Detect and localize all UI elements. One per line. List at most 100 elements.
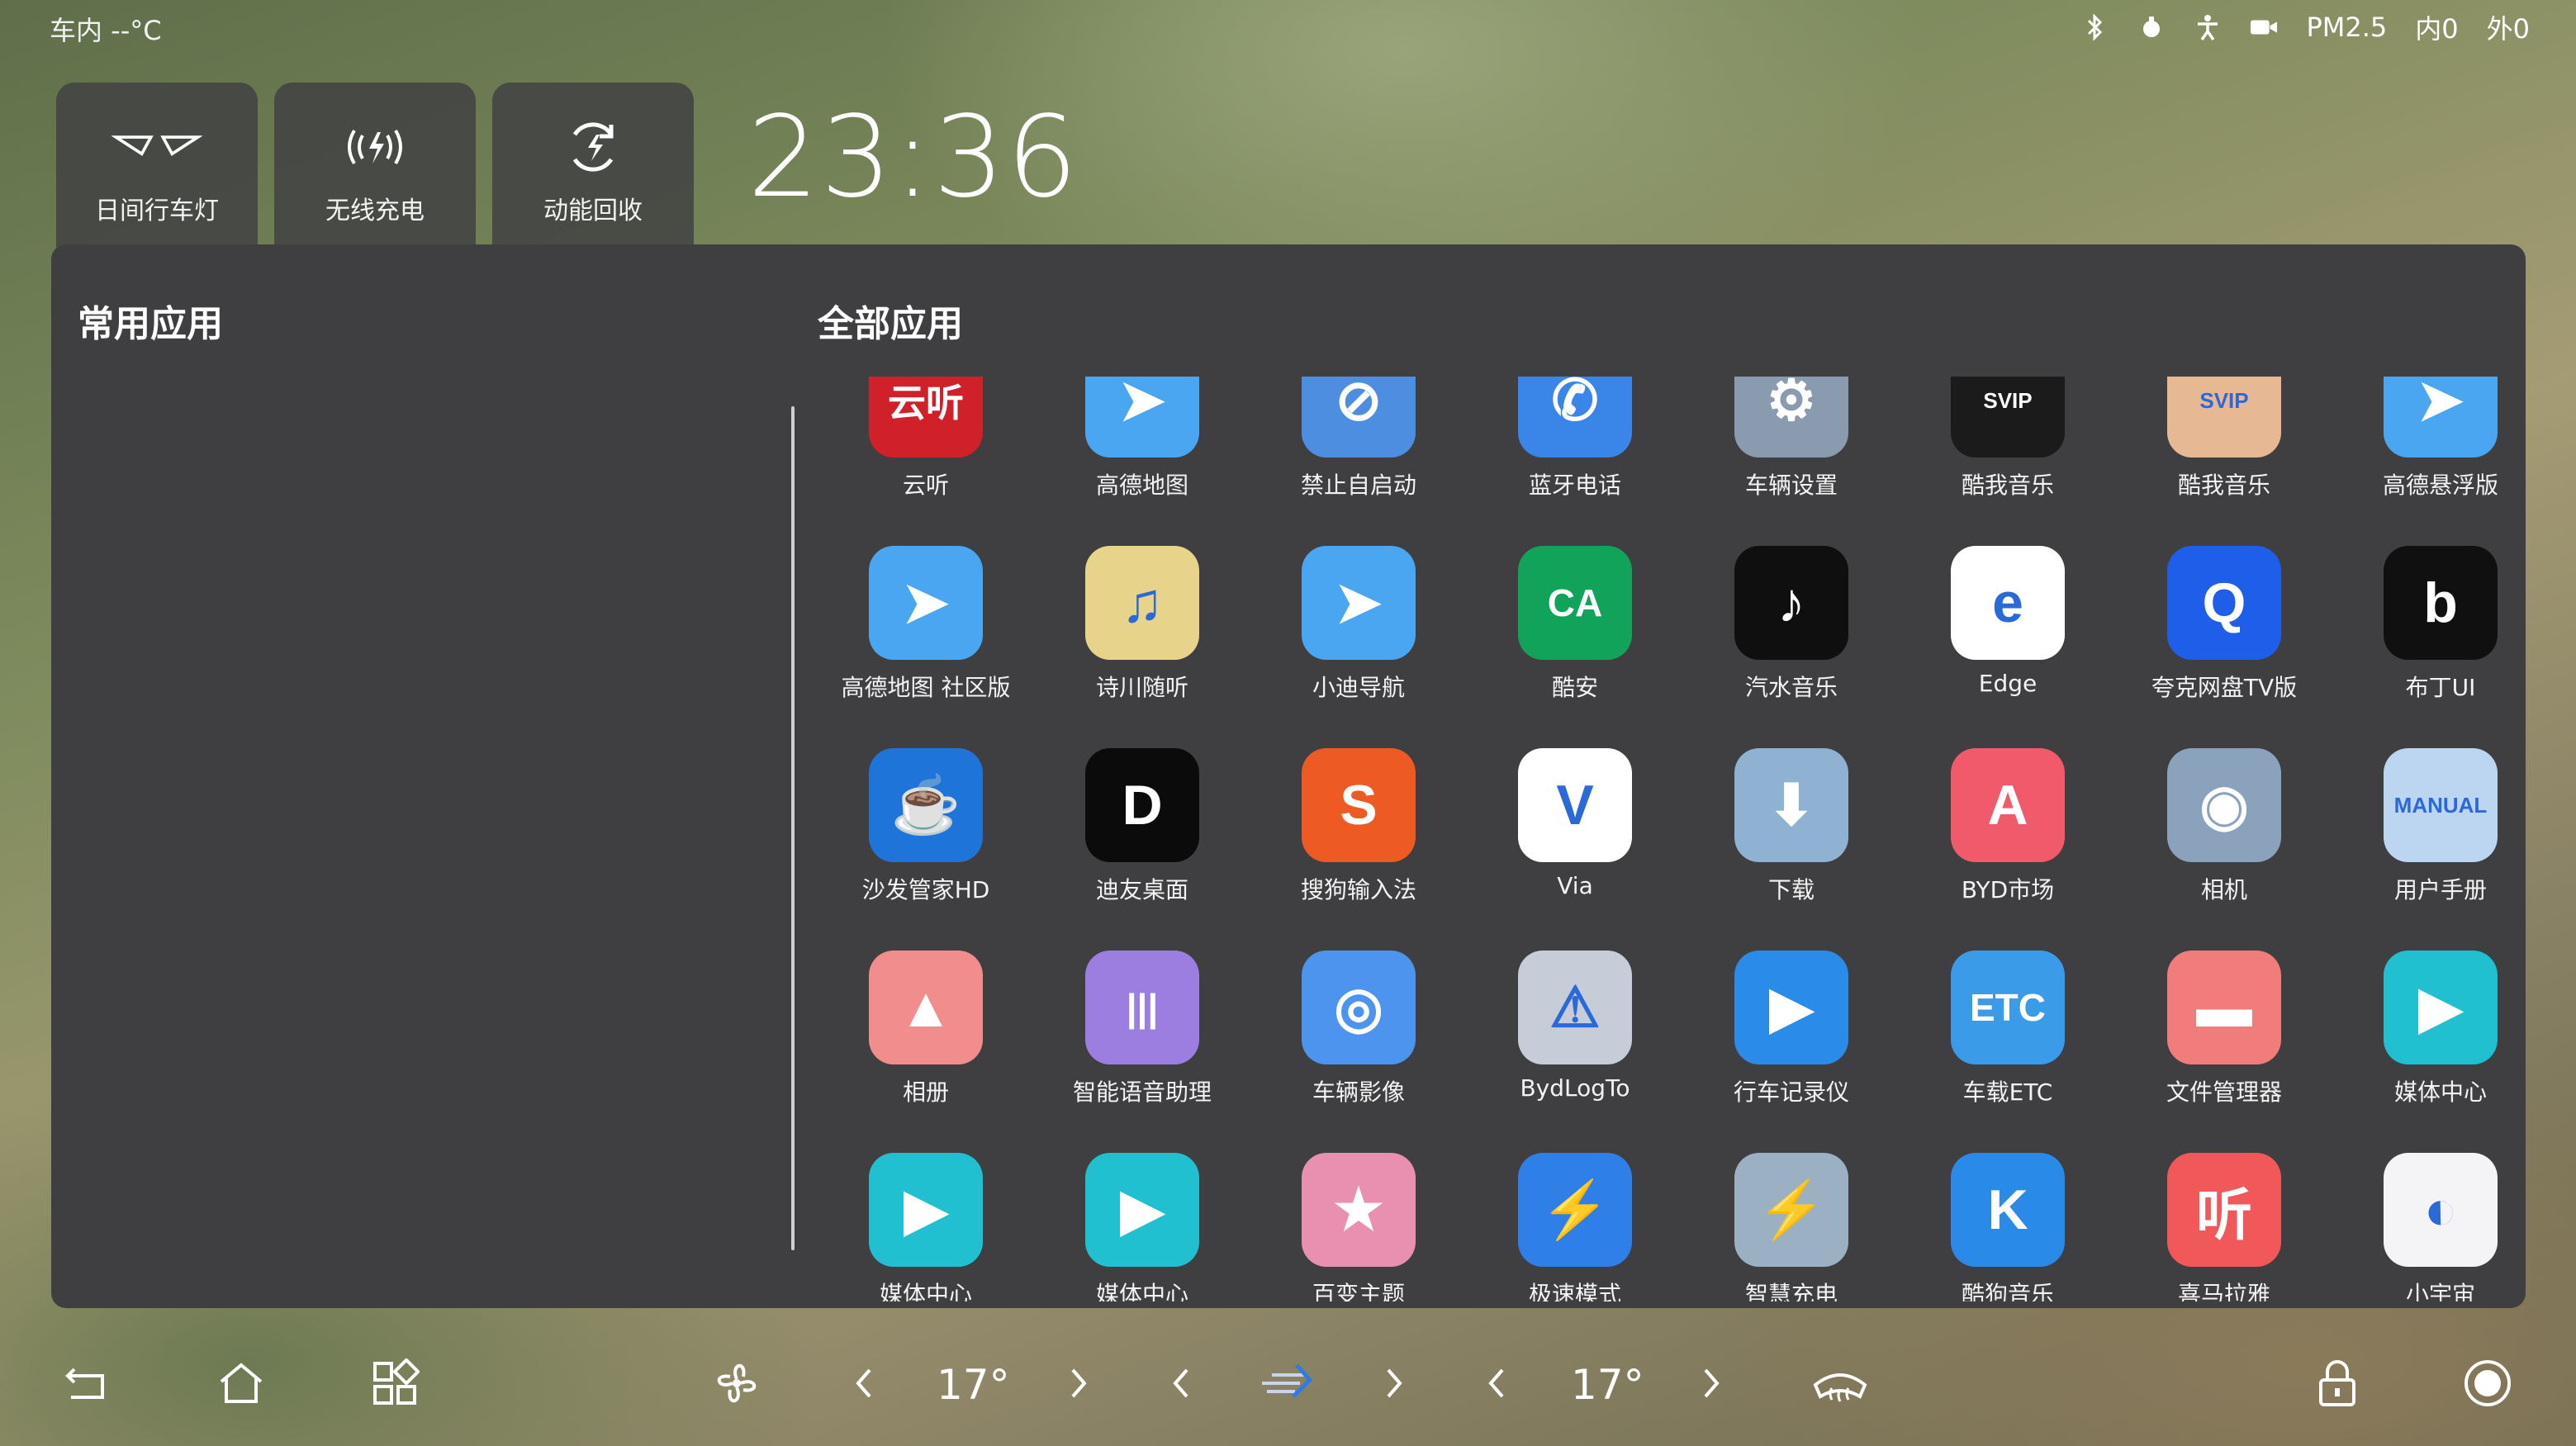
- app-label: 高德悬浮版: [2382, 472, 2498, 499]
- app-icon-glyph: ⚠: [1549, 975, 1601, 1039]
- app-icon-glyph: ➤: [2417, 377, 2465, 432]
- app-icon: ⚡: [1518, 1153, 1632, 1267]
- app-tile[interactable]: ♫ 诗川随听: [1034, 546, 1250, 703]
- app-icon: ▶: [1734, 951, 1848, 1064]
- app-icon-glyph: ◐: [2423, 1178, 2458, 1241]
- app-tile[interactable]: Q 夸克网盘TV版: [2116, 546, 2332, 703]
- app-icon-glyph: ➤: [1335, 571, 1383, 634]
- app-tile[interactable]: ||| 智能语音助理: [1034, 951, 1250, 1107]
- app-label: 沙发管家HD: [861, 876, 990, 903]
- pm25-label: PM2.5: [2306, 12, 2388, 43]
- app-tile[interactable]: D 迪友桌面: [1034, 748, 1250, 905]
- app-icon: ⊘: [1302, 377, 1416, 458]
- app-tile[interactable]: ✆ 蓝牙电话: [1467, 377, 1683, 500]
- app-icon: ⬇: [1734, 748, 1848, 862]
- app-tile[interactable]: ETC 车载ETC: [1900, 951, 2116, 1107]
- app-icon: |||: [1085, 951, 1199, 1064]
- app-tile[interactable]: ◉ 相机: [2116, 748, 2332, 905]
- back-button[interactable]: [55, 1354, 121, 1412]
- app-icon-glyph: ⊘: [1335, 377, 1383, 432]
- app-label: 蓝牙电话: [1528, 472, 1621, 499]
- app-tile[interactable]: SVIP 酷我音乐: [2116, 377, 2332, 500]
- app-icon-glyph: b: [2423, 571, 2458, 634]
- temp-left-increase-button[interactable]: [1046, 1354, 1112, 1412]
- app-icon-glyph: ☕: [890, 774, 961, 837]
- app-tile[interactable]: ★ 百变主题: [1250, 1153, 1467, 1301]
- app-icon-glyph: ▬: [2196, 976, 2252, 1039]
- app-tile[interactable]: MANUAL 用户手册: [2332, 748, 2526, 905]
- daytime-light-icon: [111, 114, 202, 180]
- temp-right-increase-button[interactable]: [1678, 1354, 1744, 1412]
- app-icon-glyph: ▶: [2418, 975, 2463, 1039]
- bluetooth-icon: [2081, 13, 2109, 41]
- status-icons: PM2.5 内0 外0: [2081, 8, 2530, 46]
- temp-left-decrease-button[interactable]: [831, 1354, 897, 1412]
- app-tile[interactable]: ⚙ 车辆设置: [1683, 377, 1900, 500]
- app-icon-glyph: V: [1556, 774, 1594, 837]
- fan-icon[interactable]: [704, 1354, 770, 1412]
- app-tile[interactable]: SVIP 酷我音乐: [1900, 377, 2116, 500]
- app-label: 高德地图: [1095, 472, 1188, 499]
- app-label: 媒体中心: [1095, 1281, 1188, 1301]
- app-icon: ★: [1302, 1153, 1416, 1267]
- temp-right-decrease-button[interactable]: [1464, 1354, 1530, 1412]
- app-label: 车载ETC: [1962, 1079, 2053, 1106]
- app-tile[interactable]: ▶ 媒体中心: [1034, 1153, 1250, 1301]
- app-label: 文件管理器: [2166, 1079, 2282, 1106]
- app-tile[interactable]: ◎ 车辆影像: [1250, 951, 1467, 1107]
- app-label: 小宇宙: [2405, 1281, 2475, 1301]
- airflow-increase-button[interactable]: [1361, 1354, 1427, 1412]
- airflow-decrease-button[interactable]: [1148, 1354, 1214, 1412]
- app-tile[interactable]: K 酷狗音乐: [1900, 1153, 2116, 1301]
- apps-grid-button[interactable]: [362, 1354, 428, 1412]
- app-tile[interactable]: ☕ 沙发管家HD: [818, 748, 1034, 905]
- app-tile[interactable]: ▲ 相册: [818, 951, 1034, 1107]
- app-label: Via: [1557, 872, 1593, 899]
- quick-controls: 日间行车灯 无线充电 动能回收: [56, 83, 694, 248]
- app-tile[interactable]: S 搜狗输入法: [1250, 748, 1467, 905]
- defrost-icon[interactable]: [1807, 1354, 1873, 1412]
- app-tile[interactable]: ▶ 媒体中心: [2332, 951, 2526, 1107]
- app-tile[interactable]: ⚡ 极速模式: [1467, 1153, 1683, 1301]
- app-tile[interactable]: ➤ 小迪导航: [1250, 546, 1467, 703]
- app-tile[interactable]: V Via: [1467, 748, 1683, 899]
- app-tile[interactable]: 云听 云听: [818, 377, 1034, 500]
- app-tile[interactable]: ➤ 高德地图 社区版: [818, 546, 1034, 703]
- temp-right-value: 17°: [1571, 1361, 1644, 1409]
- app-tile[interactable]: ▬ 文件管理器: [2116, 951, 2332, 1107]
- app-icon-glyph: ⚡: [1539, 1178, 1611, 1241]
- app-tile[interactable]: ▶ 媒体中心: [818, 1153, 1034, 1301]
- energy-recovery-tile[interactable]: 动能回收: [492, 83, 694, 248]
- lock-icon[interactable]: [2304, 1354, 2370, 1412]
- app-tile[interactable]: ▶ 行车记录仪: [1683, 951, 1900, 1107]
- app-icon-glyph: S: [1340, 774, 1378, 837]
- app-tile[interactable]: ⊘ 禁止自启动: [1250, 377, 1467, 500]
- app-label: 百变主题: [1312, 1281, 1405, 1301]
- app-tile[interactable]: 听喜马拉雅: [2116, 1153, 2332, 1301]
- app-tile[interactable]: ◐ 小宇宙: [2332, 1153, 2526, 1301]
- app-icon-glyph: ◉: [2199, 773, 2249, 837]
- daytime-light-tile[interactable]: 日间行车灯: [56, 83, 258, 248]
- app-icon: ➤: [1302, 546, 1416, 660]
- app-icon: ◐: [2384, 1153, 2498, 1267]
- app-tile[interactable]: A BYD市场: [1900, 748, 2116, 905]
- wireless-charge-icon: [330, 114, 420, 180]
- app-tile[interactable]: b 布丁UI: [2332, 546, 2526, 703]
- app-tile[interactable]: ♪ 汽水音乐: [1683, 546, 1900, 703]
- app-tile[interactable]: ⬇ 下载: [1683, 748, 1900, 905]
- home-button[interactable]: [208, 1354, 274, 1412]
- power-mode-icon[interactable]: [2455, 1354, 2521, 1412]
- app-icon: ▶: [869, 1153, 983, 1267]
- app-drawer-panel: 常用应用 全部应用 云听 云听 ➤ 高德地图 ⊘ 禁止自启动 ✆ 蓝牙电话 ⚙ 车辆设置 SVIP 酷…: [51, 244, 2526, 1308]
- wireless-charge-tile[interactable]: 无线充电: [274, 83, 476, 248]
- airflow-mode-icon[interactable]: [1255, 1354, 1321, 1412]
- app-tile[interactable]: ➤ 高德地图: [1034, 377, 1250, 500]
- app-label: 相机: [2200, 876, 2247, 903]
- app-tile[interactable]: e Edge: [1900, 546, 2116, 697]
- app-tile[interactable]: ⚠ BydLogTo: [1467, 951, 1683, 1102]
- app-label: Edge: [1978, 670, 2038, 697]
- app-label: 酷我音乐: [1961, 472, 2054, 499]
- app-tile[interactable]: CA 酷安: [1467, 546, 1683, 703]
- app-tile[interactable]: ➤ 高德悬浮版: [2332, 377, 2526, 500]
- app-tile[interactable]: ⚡ 智慧充电: [1683, 1153, 1900, 1301]
